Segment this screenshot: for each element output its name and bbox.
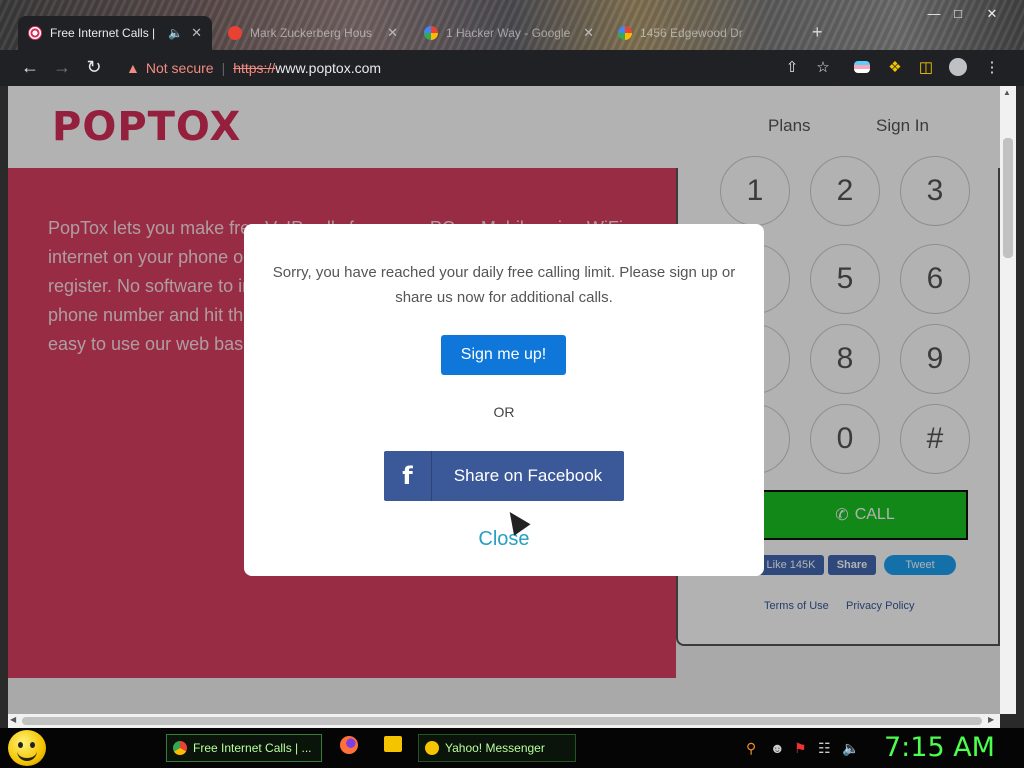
scroll-right-icon[interactable]: ▶ (988, 715, 994, 724)
separator: | (221, 60, 226, 76)
limit-message: Sorry, you have reached your daily free … (272, 264, 736, 306)
taskbar-item-label: Free Internet Calls | ... (193, 741, 312, 755)
tab-1-hacker-way[interactable]: 1 Hacker Way - Google ✕ (414, 16, 604, 50)
tab-label: 1456 Edgewood Dr (640, 26, 743, 40)
tab-1456-edgewood[interactable]: 1456 Edgewood Dr (608, 16, 804, 50)
minimize-icon[interactable]: — (924, 6, 944, 24)
horizontal-scrollbar[interactable]: ◀ ▶ (8, 714, 1000, 728)
tab-mark-zuckerberg[interactable]: Mark Zuckerberg Hous ✕ (218, 16, 408, 50)
extensions-puzzle-icon[interactable]: ❖ (885, 58, 905, 78)
share-facebook-label: Share on Facebook (453, 466, 603, 485)
speaker-icon[interactable]: 🔈 (168, 26, 183, 40)
horizontal-scroll-thumb[interactable] (22, 717, 982, 725)
menu-kebab-icon[interactable]: ⋮ (982, 58, 1002, 78)
window-frame (1016, 86, 1024, 728)
profile-avatar-icon[interactable] (948, 58, 968, 78)
scroll-up-icon[interactable]: ▲ (1003, 88, 1011, 97)
system-clock[interactable]: 7:15 AM (884, 732, 995, 763)
poptox-favicon-icon (28, 26, 42, 40)
taskbar: Free Internet Calls | ... Yahoo! Messeng… (0, 728, 1024, 768)
side-panel-icon[interactable]: ◫ (916, 58, 936, 78)
maps-pin-icon (228, 26, 242, 40)
start-smiley-icon[interactable] (8, 730, 46, 766)
security-status[interactable]: Not secure (146, 60, 214, 76)
scroll-left-icon[interactable]: ◀ (10, 715, 16, 724)
tab-label: Free Internet Calls | (50, 26, 156, 40)
tab-label: 1 Hacker Way - Google (446, 26, 571, 40)
warning-icon: ▲ (126, 60, 140, 76)
reload-icon[interactable]: ↻ (84, 57, 104, 78)
network-icon[interactable]: ☷ (818, 740, 831, 757)
share-on-facebook-button[interactable]: f Share on Facebook (384, 451, 624, 501)
volume-icon[interactable]: 🔈 (842, 740, 859, 757)
google-icon (618, 26, 632, 40)
tab-label: Mark Zuckerberg Hous (250, 26, 373, 40)
extension-flag-icon[interactable] (852, 58, 872, 78)
action-center-flag-icon[interactable]: ⚑ (794, 740, 807, 757)
facebook-icon: f (384, 451, 432, 501)
search-icon[interactable]: ⚲ (746, 740, 756, 757)
sign-me-up-button[interactable]: Sign me up! (441, 335, 566, 375)
or-divider: OR (493, 404, 515, 420)
tab-free-internet-calls[interactable]: Free Internet Calls | 🔈 ✕ (18, 16, 212, 50)
vertical-scrollbar[interactable]: ▲ (1000, 86, 1016, 714)
close-tab-icon[interactable]: ✕ (583, 25, 594, 41)
taskbar-item-chrome[interactable]: Free Internet Calls | ... (166, 734, 322, 762)
messenger-tray-icon[interactable]: ☻ (770, 740, 785, 756)
browser-toolbar: ← → ↻ ▲ Not secure | https:// www.poptox… (0, 50, 1024, 86)
google-icon (424, 26, 438, 40)
forward-icon[interactable]: → (52, 57, 72, 78)
share-icon[interactable]: ⇧ (782, 58, 802, 78)
close-tab-icon[interactable]: ✕ (387, 25, 398, 41)
chrome-icon (173, 741, 187, 755)
taskbar-item-yahoo-messenger[interactable]: Yahoo! Messenger (418, 734, 576, 762)
vertical-scroll-thumb[interactable] (1003, 138, 1013, 258)
maximize-icon[interactable]: □ (948, 6, 968, 24)
firefox-icon[interactable] (340, 736, 358, 757)
calling-limit-modal: Sorry, you have reached your daily free … (244, 224, 764, 576)
address-bar[interactable]: ▲ Not secure | https:// www.poptox.com (116, 54, 846, 82)
browser-titlebar: Free Internet Calls | 🔈 ✕ Mark Zuckerber… (0, 0, 1024, 50)
page-viewport: POPTOX Plans Sign In PopTox lets you mak… (8, 86, 1000, 714)
yahoo-messenger-icon (425, 741, 439, 755)
window-close-icon[interactable]: ✕ (982, 6, 1002, 24)
close-tab-icon[interactable]: ✕ (191, 25, 202, 41)
taskbar-item-label: Yahoo! Messenger (445, 741, 545, 755)
back-icon[interactable]: ← (20, 57, 40, 78)
bookmark-star-icon[interactable]: ☆ (813, 58, 833, 78)
url-protocol: https:// (233, 60, 276, 76)
url-host: www.poptox.com (275, 60, 382, 76)
new-tab-icon[interactable]: + (812, 22, 823, 43)
close-modal-link[interactable]: Close (244, 528, 764, 551)
file-manager-icon[interactable] (384, 736, 402, 755)
